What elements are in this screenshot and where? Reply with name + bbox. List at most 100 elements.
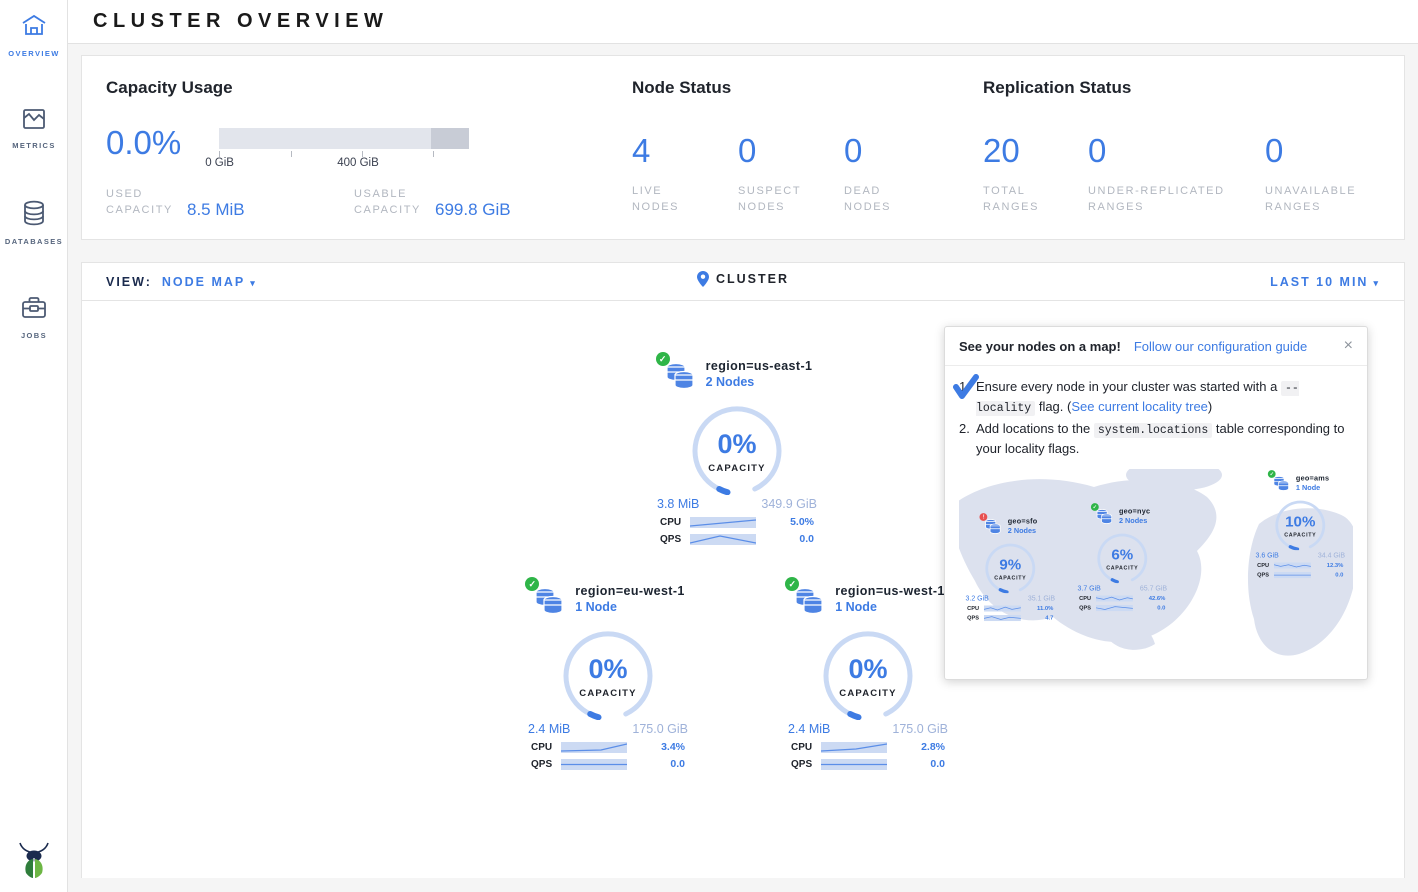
capacity-gauge: 0% CAPACITY: [818, 628, 918, 720]
node-used-capacity: 2.4 MiB: [788, 722, 830, 736]
node-map-area: ✓ region=us-east-1 2 Nodes 0% C: [82, 301, 1404, 878]
qps-metric-row: QPS 0.0: [531, 758, 685, 770]
locality-tree-link[interactable]: See current locality tree: [1071, 399, 1208, 414]
node-total-capacity: 175.0 GiB: [892, 722, 948, 736]
node-healthy-icon: ✓: [1268, 470, 1276, 478]
main-content: CLUSTER OVERVIEW Capacity Usage 0.0%: [68, 0, 1418, 892]
popup-title: See your nodes on a map!: [959, 339, 1121, 354]
suspect-nodes-stat: 0 SUSPECT NODES: [738, 134, 844, 216]
replication-status-title: Replication Status: [983, 78, 1404, 98]
node-group-icon: ✓: [662, 359, 698, 393]
capacity-used-percent: 0.0%: [106, 126, 181, 171]
used-capacity-value: 8.5 MiB: [187, 200, 245, 220]
qps-sparkline: [561, 759, 627, 770]
live-nodes-stat: 4 LIVE NODES: [632, 134, 738, 216]
suspect-nodes-value: 0: [738, 134, 844, 167]
example-node-map-image: ! geo=sfo 2 Nodes: [959, 469, 1353, 665]
cpu-sparkline: [690, 517, 756, 528]
mini-node-display-sfo: ! geo=sfo 2 Nodes: [961, 517, 1060, 621]
node-healthy-icon: ✓: [1091, 503, 1099, 511]
metrics-icon: [22, 117, 46, 134]
under-replicated-ranges-value: 0: [1088, 134, 1265, 167]
node-group-icon: ✓: [531, 584, 567, 618]
node-group-icon: ✓: [791, 584, 827, 618]
mini-node-display-ams: ✓ geo=ams 1 Node: [1251, 474, 1350, 578]
node-used-capacity: 3.8 MiB: [657, 497, 699, 511]
node-display-us-east-1[interactable]: ✓ region=us-east-1 2 Nodes 0% C: [649, 359, 825, 545]
capacity-gauge: 0% CAPACITY: [558, 628, 658, 720]
node-used-capacity: 2.4 MiB: [528, 722, 570, 736]
capacity-bar-reserved-segment: [431, 128, 469, 149]
usable-capacity-value: 699.8 GiB: [435, 200, 511, 220]
qps-metric-row: QPS 0.0: [791, 758, 945, 770]
configuration-guide-link[interactable]: Follow our configuration guide: [1134, 339, 1307, 354]
qps-sparkline: [690, 534, 756, 545]
unavailable-ranges-value: 0: [1265, 134, 1356, 167]
node-display-eu-west-1[interactable]: ✓ region=eu-west-1 1 Node 0% CA: [520, 584, 696, 770]
capacity-bar: [219, 128, 469, 149]
replication-status-section: Replication Status 20 TOTAL RANGES 0 UND…: [983, 78, 1404, 239]
total-ranges-stat: 20 TOTAL RANGES: [983, 134, 1088, 216]
page-header: CLUSTER OVERVIEW: [68, 0, 1418, 44]
node-count-link[interactable]: 2 Nodes: [706, 375, 813, 389]
qps-metric-row: QPS 0.0: [660, 533, 814, 545]
node-region-label: region=us-east-1: [706, 359, 813, 373]
node-group-icon: ✓: [1271, 474, 1291, 493]
setup-step-2: 2.Add locations to the system.locations …: [959, 420, 1353, 459]
cpu-metric-row: CPU 2.8%: [791, 741, 945, 753]
cpu-metric-row: CPU 3.4%: [531, 741, 685, 753]
sidebar-item-metrics[interactable]: METRICS: [0, 94, 68, 160]
capacity-tick-label-400: 400 GiB: [337, 157, 379, 169]
qps-sparkline: [821, 759, 887, 770]
home-icon: [21, 25, 47, 42]
jobs-icon: [21, 307, 47, 324]
sidebar: OVERVIEW METRICS DATABASES: [0, 0, 68, 892]
under-replicated-ranges-stat: 0 UNDER-REPLICATED RANGES: [1088, 134, 1265, 216]
node-status-section: Node Status 4 LIVE NODES 0 SUSPECT NODES…: [632, 78, 983, 239]
setup-step-1: 1.Ensure every node in your cluster was …: [959, 378, 1353, 417]
mini-node-display-nyc: ✓ geo=nyc 2 Nodes: [1073, 507, 1172, 611]
capacity-usage-section: Capacity Usage 0.0%: [106, 78, 632, 239]
capacity-tick-label-0: 0 GiB: [205, 157, 234, 169]
node-status-title: Node Status: [632, 78, 983, 98]
breadcrumb-cluster[interactable]: CLUSTER: [697, 271, 789, 287]
node-group-icon: !: [983, 517, 1003, 536]
sidebar-item-label: OVERVIEW: [0, 49, 68, 58]
sidebar-item-databases[interactable]: DATABASES: [0, 186, 68, 256]
node-region-label: region=us-west-1: [835, 584, 945, 598]
node-region-label: region=eu-west-1: [575, 584, 685, 598]
page-title: CLUSTER OVERVIEW: [93, 10, 388, 33]
node-total-capacity: 349.9 GiB: [761, 497, 817, 511]
sidebar-item-jobs[interactable]: JOBS: [0, 282, 68, 350]
live-nodes-value: 4: [632, 134, 738, 167]
close-icon[interactable]: ×: [1344, 338, 1353, 354]
node-group-icon: ✓: [1094, 507, 1114, 526]
view-bar: VIEW: NODE MAP▾ CLUSTER LAST 1: [82, 263, 1404, 301]
node-map-card: VIEW: NODE MAP▾ CLUSTER LAST 1: [81, 262, 1405, 878]
dead-nodes-value: 0: [844, 134, 950, 167]
step-done-check-icon: [953, 374, 979, 400]
unavailable-ranges-stat: 0 UNAVAILABLE RANGES: [1265, 134, 1356, 216]
system-locations-code: system.locations: [1094, 423, 1212, 438]
capacity-bar-ticks: [219, 149, 469, 157]
total-ranges-value: 20: [983, 134, 1088, 167]
sidebar-item-label: DATABASES: [0, 237, 68, 246]
cockroachdb-logo: [0, 841, 68, 884]
cluster-summary-card: Capacity Usage 0.0%: [81, 55, 1405, 240]
sidebar-item-label: JOBS: [0, 331, 68, 340]
capacity-gauge: 0% CAPACITY: [687, 403, 787, 495]
used-capacity-stat: USED CAPACITY 8.5 MiB: [106, 187, 354, 219]
usable-capacity-stat: USABLE CAPACITY 699.8 GiB: [354, 187, 511, 219]
sidebar-item-label: METRICS: [0, 141, 68, 150]
capacity-usage-title: Capacity Usage: [106, 78, 632, 98]
cpu-metric-row: CPU 5.0%: [660, 516, 814, 528]
node-map-help-popup: See your nodes on a map! Follow our conf…: [944, 326, 1368, 680]
node-display-us-west-1[interactable]: ✓ region=us-west-1 1 Node 0% CA: [780, 584, 956, 770]
cpu-sparkline: [821, 742, 887, 753]
node-count-link[interactable]: 1 Node: [575, 600, 685, 614]
databases-icon: [22, 213, 46, 230]
dead-nodes-stat: 0 DEAD NODES: [844, 134, 950, 216]
sidebar-item-overview[interactable]: OVERVIEW: [0, 0, 68, 68]
node-total-capacity: 175.0 GiB: [632, 722, 688, 736]
node-count-link[interactable]: 1 Node: [835, 600, 945, 614]
